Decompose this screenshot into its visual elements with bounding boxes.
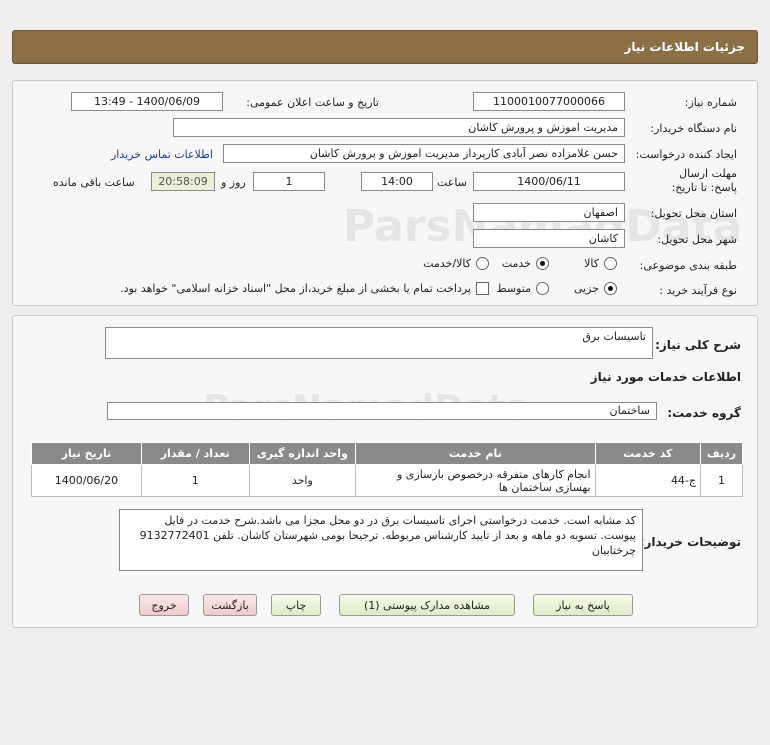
col-unit: واحد اندازه گیری (248, 442, 357, 465)
cell-service-name: انجام کارهای متفرقه درخصوص بازسازی و بهس… (355, 464, 596, 497)
radio-selected-icon[interactable] (536, 257, 549, 270)
reply-button[interactable]: پاسخ به نیاز (533, 594, 633, 616)
back-button[interactable]: بازگشت (203, 594, 257, 616)
treasury-payment-checkbox[interactable]: پرداخت تمام یا بخشی از مبلغ خرید،از محل … (120, 282, 489, 295)
buyer-notes-label: توضیحات خریدار: (639, 535, 741, 549)
category-label: طبقه بندی موضوعی: (639, 259, 737, 272)
col-row: ردیف (700, 442, 743, 465)
cell-quantity: 1 (140, 464, 250, 497)
services-table: ردیف کد خدمت نام خدمت واحد اندازه گیری ت… (31, 442, 743, 497)
process-label: نوع فرآیند خرید : (659, 284, 737, 297)
table-header-row: ردیف کد خدمت نام خدمت واحد اندازه گیری ت… (31, 442, 743, 465)
col-quantity: تعداد / مقدار (140, 442, 250, 465)
col-service-name: نام خدمت (355, 442, 596, 465)
checkbox-icon[interactable] (476, 282, 489, 295)
page-title: جزئیات اطلاعات نیاز (624, 40, 745, 54)
process-option-minor[interactable]: جزیی (574, 282, 617, 295)
process-option-medium[interactable]: متوسط (496, 282, 549, 295)
buyer-org-label: نام دستگاه خریدار: (650, 122, 737, 135)
col-service-code: کد خدمت (594, 442, 702, 465)
requester-label: ایجاد کننده درخواست: (635, 148, 737, 161)
service-group-field: ساختمان (107, 402, 657, 420)
view-documents-button[interactable]: مشاهده مدارک پیوستی (1) (339, 594, 515, 616)
deadline-label: مهلت ارسال پاسخ: تا تاریخ: (671, 167, 737, 194)
province-label: استان محل تحویل: (650, 207, 737, 220)
deadline-time-field: 14:00 (361, 172, 433, 191)
deadline-date-field: 1400/06/11 (473, 172, 625, 191)
services-info-heading: اطلاعات خدمات مورد نیاز (590, 370, 741, 384)
category-option-goods-service[interactable]: کالا/خدمت (423, 257, 489, 270)
need-number-label: شماره نیاز: (684, 96, 737, 109)
cell-unit: واحد (248, 464, 357, 497)
cell-row: 1 (700, 464, 743, 497)
services-panel: ParsNamadData شرح کلی نیاز: تاسیسات برق … (12, 315, 758, 628)
cell-service-code: ج-44 (594, 464, 702, 497)
radio-icon[interactable] (536, 282, 549, 295)
days-label: روز و (221, 176, 246, 189)
exit-button[interactable]: خروج (139, 594, 189, 616)
contact-info-link[interactable]: اطلاعات تماس خریدار (111, 148, 213, 161)
remaining-label: ساعت باقی مانده (53, 176, 135, 189)
service-group-label: گروه خدمت: (667, 406, 741, 420)
city-label: شهر محل تحویل: (657, 233, 737, 246)
need-number-field: 1100010077000066 (473, 92, 625, 111)
radio-icon[interactable] (476, 257, 489, 270)
radio-selected-icon[interactable] (604, 282, 617, 295)
col-need-date: تاریخ نیاز (31, 442, 142, 465)
table-row: 1 ج-44 انجام کارهای متفرقه درخصوص بازساز… (31, 464, 743, 497)
details-panel: ParsNamadData شماره نیاز: 11000100770000… (12, 80, 758, 306)
days-count-field: 1 (253, 172, 325, 191)
category-option-service[interactable]: خدمت (502, 257, 549, 270)
requester-field: حسن غلامزاده نصر آبادی کارپرداز مدیریت ا… (223, 144, 625, 163)
city-field: کاشان (473, 229, 625, 248)
print-button[interactable]: چاپ (271, 594, 321, 616)
buyer-org-field: مدیریت اموزش و پرورش کاشان (173, 118, 625, 137)
announce-field: 1400/06/09 - 13:49 (71, 92, 223, 111)
province-field: اصفهان (473, 203, 625, 222)
category-option-goods[interactable]: کالا (584, 257, 617, 270)
cell-need-date: 1400/06/20 (31, 464, 142, 497)
radio-icon[interactable] (604, 257, 617, 270)
buyer-notes-field: کد مشابه است. خدمت درخواستی اجرای تاسیسا… (119, 509, 643, 571)
deadline-time-label: ساعت (437, 176, 467, 189)
general-desc-label: شرح کلی نیاز: (655, 338, 741, 352)
announce-label: تاریخ و ساعت اعلان عمومی: (246, 96, 379, 109)
page-title-bar: جزئیات اطلاعات نیاز (12, 30, 758, 64)
general-desc-field: تاسیسات برق (105, 327, 653, 359)
remaining-time-field: 20:58:09 (151, 172, 215, 191)
